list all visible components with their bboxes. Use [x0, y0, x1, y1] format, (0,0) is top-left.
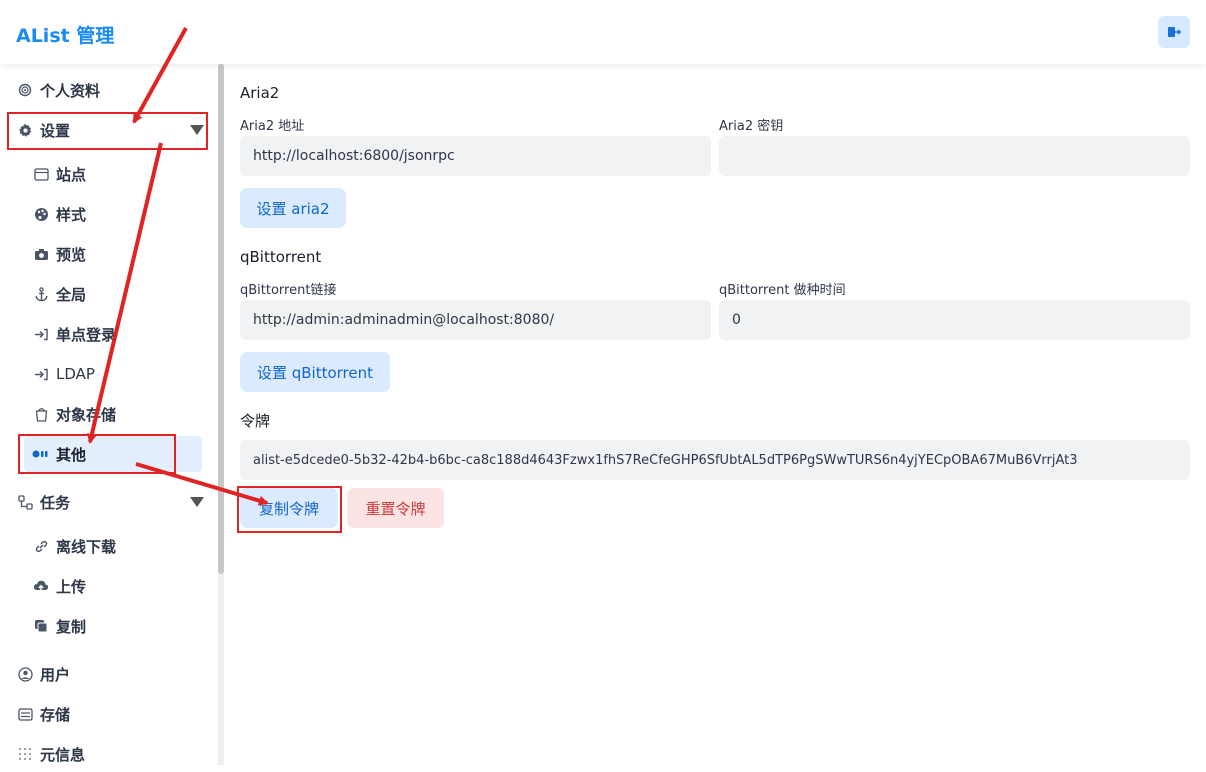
chevron-down-icon [190, 497, 204, 507]
grid-icon [16, 745, 34, 763]
sidebar-item-label: 个人资料 [40, 81, 101, 100]
bucket-icon [32, 405, 50, 423]
sidebar-item-label: 样式 [56, 205, 87, 224]
qbittorrent-seedtime-label: qBittorrent 做种时间 [719, 283, 846, 298]
set-qbittorrent-button[interactable]: 设置 qBittorrent [240, 352, 390, 392]
qbittorrent-section-title: qBittorrent [240, 248, 322, 266]
window-icon [32, 165, 50, 183]
sidebar-item-global[interactable]: 全局 [32, 276, 86, 312]
reset-token-button[interactable]: 重置令牌 [347, 488, 444, 528]
sidebar-item-sso[interactable]: 单点登录 [32, 316, 116, 352]
sidebar-item-meta[interactable]: 元信息 [16, 736, 85, 772]
sidebar-item-label: 任务 [40, 493, 71, 512]
sidebar-item-settings[interactable]: 设置 [16, 112, 204, 148]
sidebar-item-label: 其他 [56, 445, 87, 464]
qbittorrent-url-input[interactable]: http://admin:adminadmin@localhost:8080/ [240, 300, 711, 340]
aria2-address-label: Aria2 地址 [240, 119, 305, 134]
main-content: Aria2 Aria2 地址 Aria2 密钥 http://localhost… [224, 64, 1206, 765]
sidebar-item-label: 用户 [40, 665, 71, 684]
aria2-secret-label: Aria2 密钥 [719, 119, 784, 134]
tasks-icon [16, 493, 34, 511]
sidebar-item-label: 离线下载 [56, 537, 117, 556]
login-arrow-icon [32, 365, 50, 383]
sidebar-item-style[interactable]: 样式 [32, 196, 86, 232]
cloud-upload-icon [32, 577, 50, 595]
set-aria2-button[interactable]: 设置 aria2 [240, 188, 346, 228]
sidebar: 个人资料 设置 站点 样式 预览 全局 单点登录 LDAP 对象存储 其他 任务… [0, 64, 218, 765]
palette-icon [32, 205, 50, 223]
sidebar-item-label: 对象存储 [56, 405, 117, 424]
sidebar-item-ldap[interactable]: LDAP [32, 356, 95, 392]
sidebar-item-tasks[interactable]: 任务 [16, 484, 204, 520]
aria2-section-title: Aria2 [240, 84, 280, 102]
copy-token-button[interactable]: 复制令牌 [240, 488, 338, 528]
sidebar-item-label: 上传 [56, 577, 87, 596]
logout-button[interactable] [1158, 16, 1190, 48]
qbittorrent-url-label: qBittorrent链接 [240, 283, 337, 298]
sidebar-item-object-storage[interactable]: 对象存储 [32, 396, 116, 432]
sidebar-item-label: 单点登录 [56, 325, 117, 344]
top-header: AList 管理 [0, 0, 1206, 64]
brand-title: AList 管理 [16, 25, 115, 47]
sidebar-item-profile[interactable]: 个人资料 [16, 72, 100, 108]
sidebar-item-preview[interactable]: 预览 [32, 236, 86, 272]
sidebar-item-storage[interactable]: 存储 [16, 696, 70, 732]
storage-icon [16, 705, 34, 723]
sidebar-item-other[interactable]: 其他 [24, 436, 202, 472]
login-arrow-icon [32, 325, 50, 343]
gear-icon [16, 121, 34, 139]
sidebar-item-offline-download[interactable]: 离线下载 [32, 528, 116, 564]
sidebar-item-label: 复制 [56, 617, 87, 636]
sidebar-item-label: 元信息 [40, 745, 86, 764]
qbittorrent-seedtime-input[interactable]: 0 [719, 300, 1190, 340]
aria2-secret-input[interactable] [719, 136, 1190, 176]
sidebar-item-label: 设置 [40, 121, 71, 140]
sidebar-item-label: 全局 [56, 285, 87, 304]
user-circle-icon [16, 665, 34, 683]
sidebar-item-users[interactable]: 用户 [16, 656, 70, 692]
sidebar-item-site[interactable]: 站点 [32, 156, 86, 192]
dots-icon [32, 445, 50, 463]
logout-icon [1168, 27, 1181, 37]
anchor-icon [32, 285, 50, 303]
copy-icon [32, 617, 50, 635]
camera-icon [32, 245, 50, 263]
sidebar-item-label: 站点 [56, 165, 87, 184]
sidebar-item-label: 预览 [56, 245, 87, 264]
token-section-title: 令牌 [240, 412, 271, 430]
sidebar-item-copy[interactable]: 复制 [32, 608, 86, 644]
chevron-down-icon [190, 125, 204, 135]
aria2-address-input[interactable]: http://localhost:6800/jsonrpc [240, 136, 711, 176]
sidebar-item-label: 存储 [40, 705, 71, 724]
token-input[interactable]: alist-e5dcede0-5b32-42b4-b6bc-ca8c188d46… [240, 440, 1190, 480]
fingerprint-icon [16, 81, 34, 99]
sidebar-item-label: LDAP [56, 365, 95, 383]
sidebar-item-upload[interactable]: 上传 [32, 568, 86, 604]
link-icon [32, 537, 50, 555]
